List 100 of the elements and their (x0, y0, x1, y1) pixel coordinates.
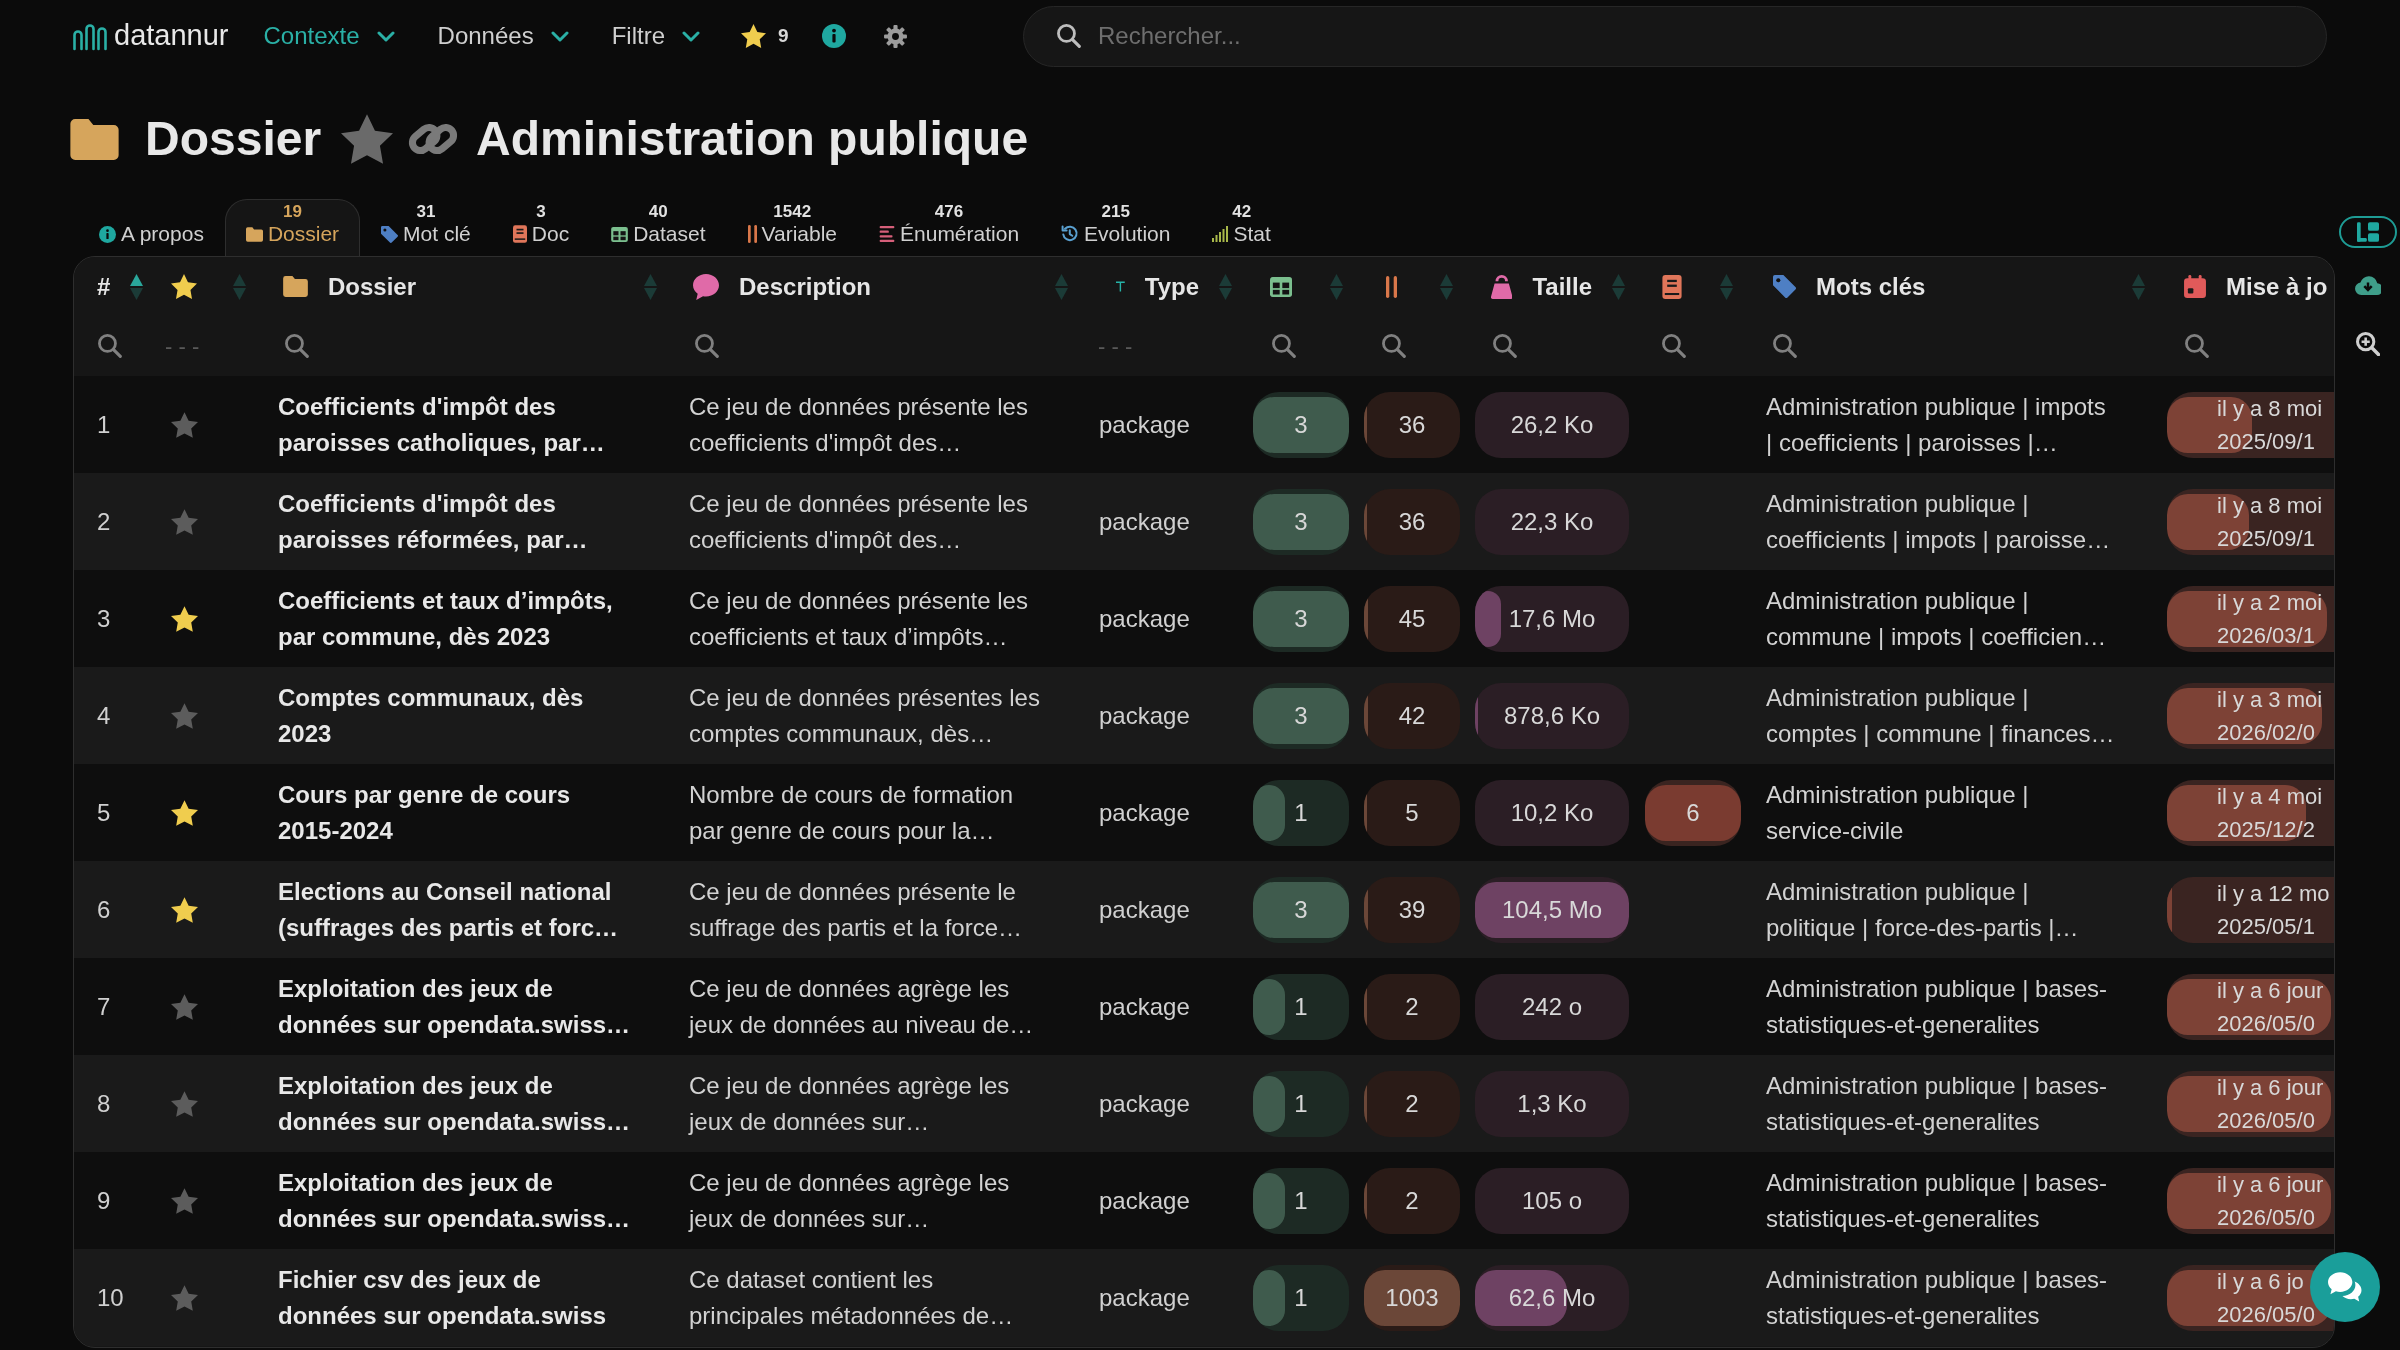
nav-menu[interactable]: Contexte (263, 18, 395, 54)
star-icon[interactable] (171, 799, 198, 826)
search-icon (2185, 334, 2209, 358)
search-icon (98, 334, 122, 358)
tab[interactable]: 40 Dataset (590, 199, 727, 256)
star-icon[interactable] (171, 896, 198, 923)
logo-icon (72, 21, 108, 51)
sort-icon[interactable] (130, 272, 144, 301)
relative-time: il y a 6 jour (2217, 1170, 2324, 1199)
tab[interactable]: 31 Mot clé (360, 199, 492, 256)
star-icon[interactable] (171, 605, 198, 632)
tab[interactable]: 19 Dossier (224, 199, 361, 256)
type-text: package (1099, 1185, 1190, 1216)
star-icon[interactable] (171, 1090, 198, 1117)
keywords-text: Administration publique | coefficients | impots | paroisse… (1766, 488, 2112, 555)
variable-count: 45 (1398, 603, 1426, 634)
description-text: Ce jeu de données agrège les jeux de données sur… (689, 1167, 1011, 1234)
tab[interactable]: 215 Evolution (1040, 199, 1192, 256)
variable-count: 5 (1405, 797, 1419, 828)
update-date: 2026/05/0 (2217, 1300, 2315, 1329)
bars-icon (1386, 275, 1397, 298)
update-date: 2026/02/0 (2217, 718, 2315, 747)
keywords-text: Administration publique | commune | impots | coefficien… (1766, 585, 2108, 652)
update-date: 2026/05/0 (2217, 1106, 2315, 1135)
tab-count: 1542 (773, 202, 812, 222)
update-date: 2025/09/1 (2217, 427, 2315, 456)
nav-menu[interactable]: Données (437, 18, 569, 54)
column-header: Taille (1532, 271, 1592, 302)
dataset-count: 3 (1294, 506, 1308, 537)
tab[interactable]: A propos (78, 199, 225, 256)
star-icon (171, 274, 197, 299)
search-icon (285, 334, 309, 358)
description-text: Ce jeu de données présente les coefficients d'impôt des… (689, 488, 1029, 555)
zoom-in-icon[interactable] (2355, 332, 2380, 356)
update-date: 2025/09/1 (2217, 524, 2315, 553)
folder-title-link[interactable]: Cours par genre de cours 2015-2024 (278, 776, 636, 849)
folder-title-link[interactable]: Fichier csv des jeux de données sur opendata.swiss (278, 1261, 636, 1334)
caret-icon (682, 30, 700, 42)
nav-menu[interactable]: Filtre (611, 18, 700, 54)
view-toggle-button[interactable] (2338, 216, 2397, 248)
tab-count: 215 (1101, 202, 1130, 222)
folder-title-link[interactable]: Coefficients d'impôt des paroisses réformées, par… (278, 485, 636, 558)
tab-count: 42 (1232, 202, 1252, 222)
variable-count: 1003 (1385, 1282, 1439, 1313)
size-value: 62,6 Mo (1508, 1282, 1596, 1313)
relative-time: il y a 3 moi (2217, 685, 2323, 714)
variable-count: 36 (1398, 506, 1426, 537)
keywords-text: Administration publique | bases-statistiques-et-generalites (1766, 1070, 2109, 1137)
book-icon (512, 225, 527, 243)
dataset-count: 1 (1294, 991, 1308, 1022)
folder-title-link[interactable]: Elections au Conseil national (suffrages des partis et forc… (278, 873, 636, 946)
search-icon (695, 334, 719, 358)
tab[interactable]: 3 Doc (491, 199, 591, 256)
star-icon[interactable] (171, 993, 198, 1020)
folder-title-link[interactable]: Exploitation des jeux de données sur opendata.swiss… (278, 1067, 636, 1140)
folder-title-link[interactable]: Coefficients et taux d’impôts, par commune, dès 2023 (278, 582, 636, 655)
book-icon (1662, 274, 1682, 299)
row-number: 10 (97, 1282, 124, 1313)
folder-title-link[interactable]: Comptes communaux, dès 2023 (278, 679, 636, 752)
variable-count: 39 (1398, 894, 1426, 925)
star-icon[interactable] (171, 508, 198, 535)
favorites-button[interactable]: 9 (741, 21, 789, 51)
description-text: Ce jeu de données agrège les jeux de données au niveau de… (689, 973, 1035, 1040)
info-icon[interactable] (821, 24, 846, 48)
relative-time: il y a 2 moi (2217, 588, 2323, 617)
size-value: 26,2 Ko (1510, 409, 1594, 440)
size-value: 104,5 Mo (1501, 894, 1603, 925)
description-text: Ce jeu de données présente les coefficients et taux d’impôts… (689, 585, 1029, 652)
update-date: 2026/05/0 (2217, 1203, 2315, 1232)
tab[interactable]: 42 Stat (1191, 199, 1292, 256)
row-number: 8 (97, 1088, 111, 1119)
tab[interactable]: 1542 Variable (726, 199, 858, 256)
keywords-text: Administration publique | bases-statistiques-et-generalites (1766, 1167, 2109, 1234)
tab[interactable]: 476 Énumération (858, 199, 1041, 256)
search-icon (1773, 334, 1797, 358)
cloud-download-icon[interactable] (2354, 275, 2381, 295)
type-text: package (1099, 1282, 1190, 1313)
star-icon[interactable] (171, 1187, 198, 1214)
settings-icon[interactable] (882, 23, 908, 49)
search-field[interactable]: Rechercher... (1023, 5, 2327, 67)
update-date: 2026/05/0 (2217, 1009, 2315, 1038)
type-text: package (1099, 603, 1190, 634)
chat-icon (2327, 1272, 2363, 1302)
doc-count: 6 (1686, 797, 1700, 828)
history-icon (1061, 225, 1080, 243)
star-icon[interactable] (171, 702, 198, 729)
size-value: 878,6 Ko (1503, 700, 1601, 731)
star-icon[interactable] (171, 1284, 198, 1311)
calendar-icon (2184, 275, 2206, 298)
type-text: package (1099, 700, 1190, 731)
folder-title-link[interactable]: Coefficients d'impôt des paroisses catholiques, par… (278, 388, 636, 461)
star-icon[interactable] (171, 411, 198, 438)
relative-time: il y a 6 jour (2217, 976, 2324, 1005)
folder-title-link[interactable]: Exploitation des jeux de données sur opendata.swiss… (278, 970, 636, 1043)
type-text: package (1099, 991, 1190, 1022)
keywords-text: Administration publique | politique | force-des-partis |… (1766, 876, 2080, 943)
star-icon[interactable] (341, 114, 394, 164)
update-date: 2025/12/2 (2217, 815, 2315, 844)
dataset-count: 1 (1294, 797, 1308, 828)
folder-title-link[interactable]: Exploitation des jeux de données sur opendata.swiss… (278, 1164, 636, 1237)
